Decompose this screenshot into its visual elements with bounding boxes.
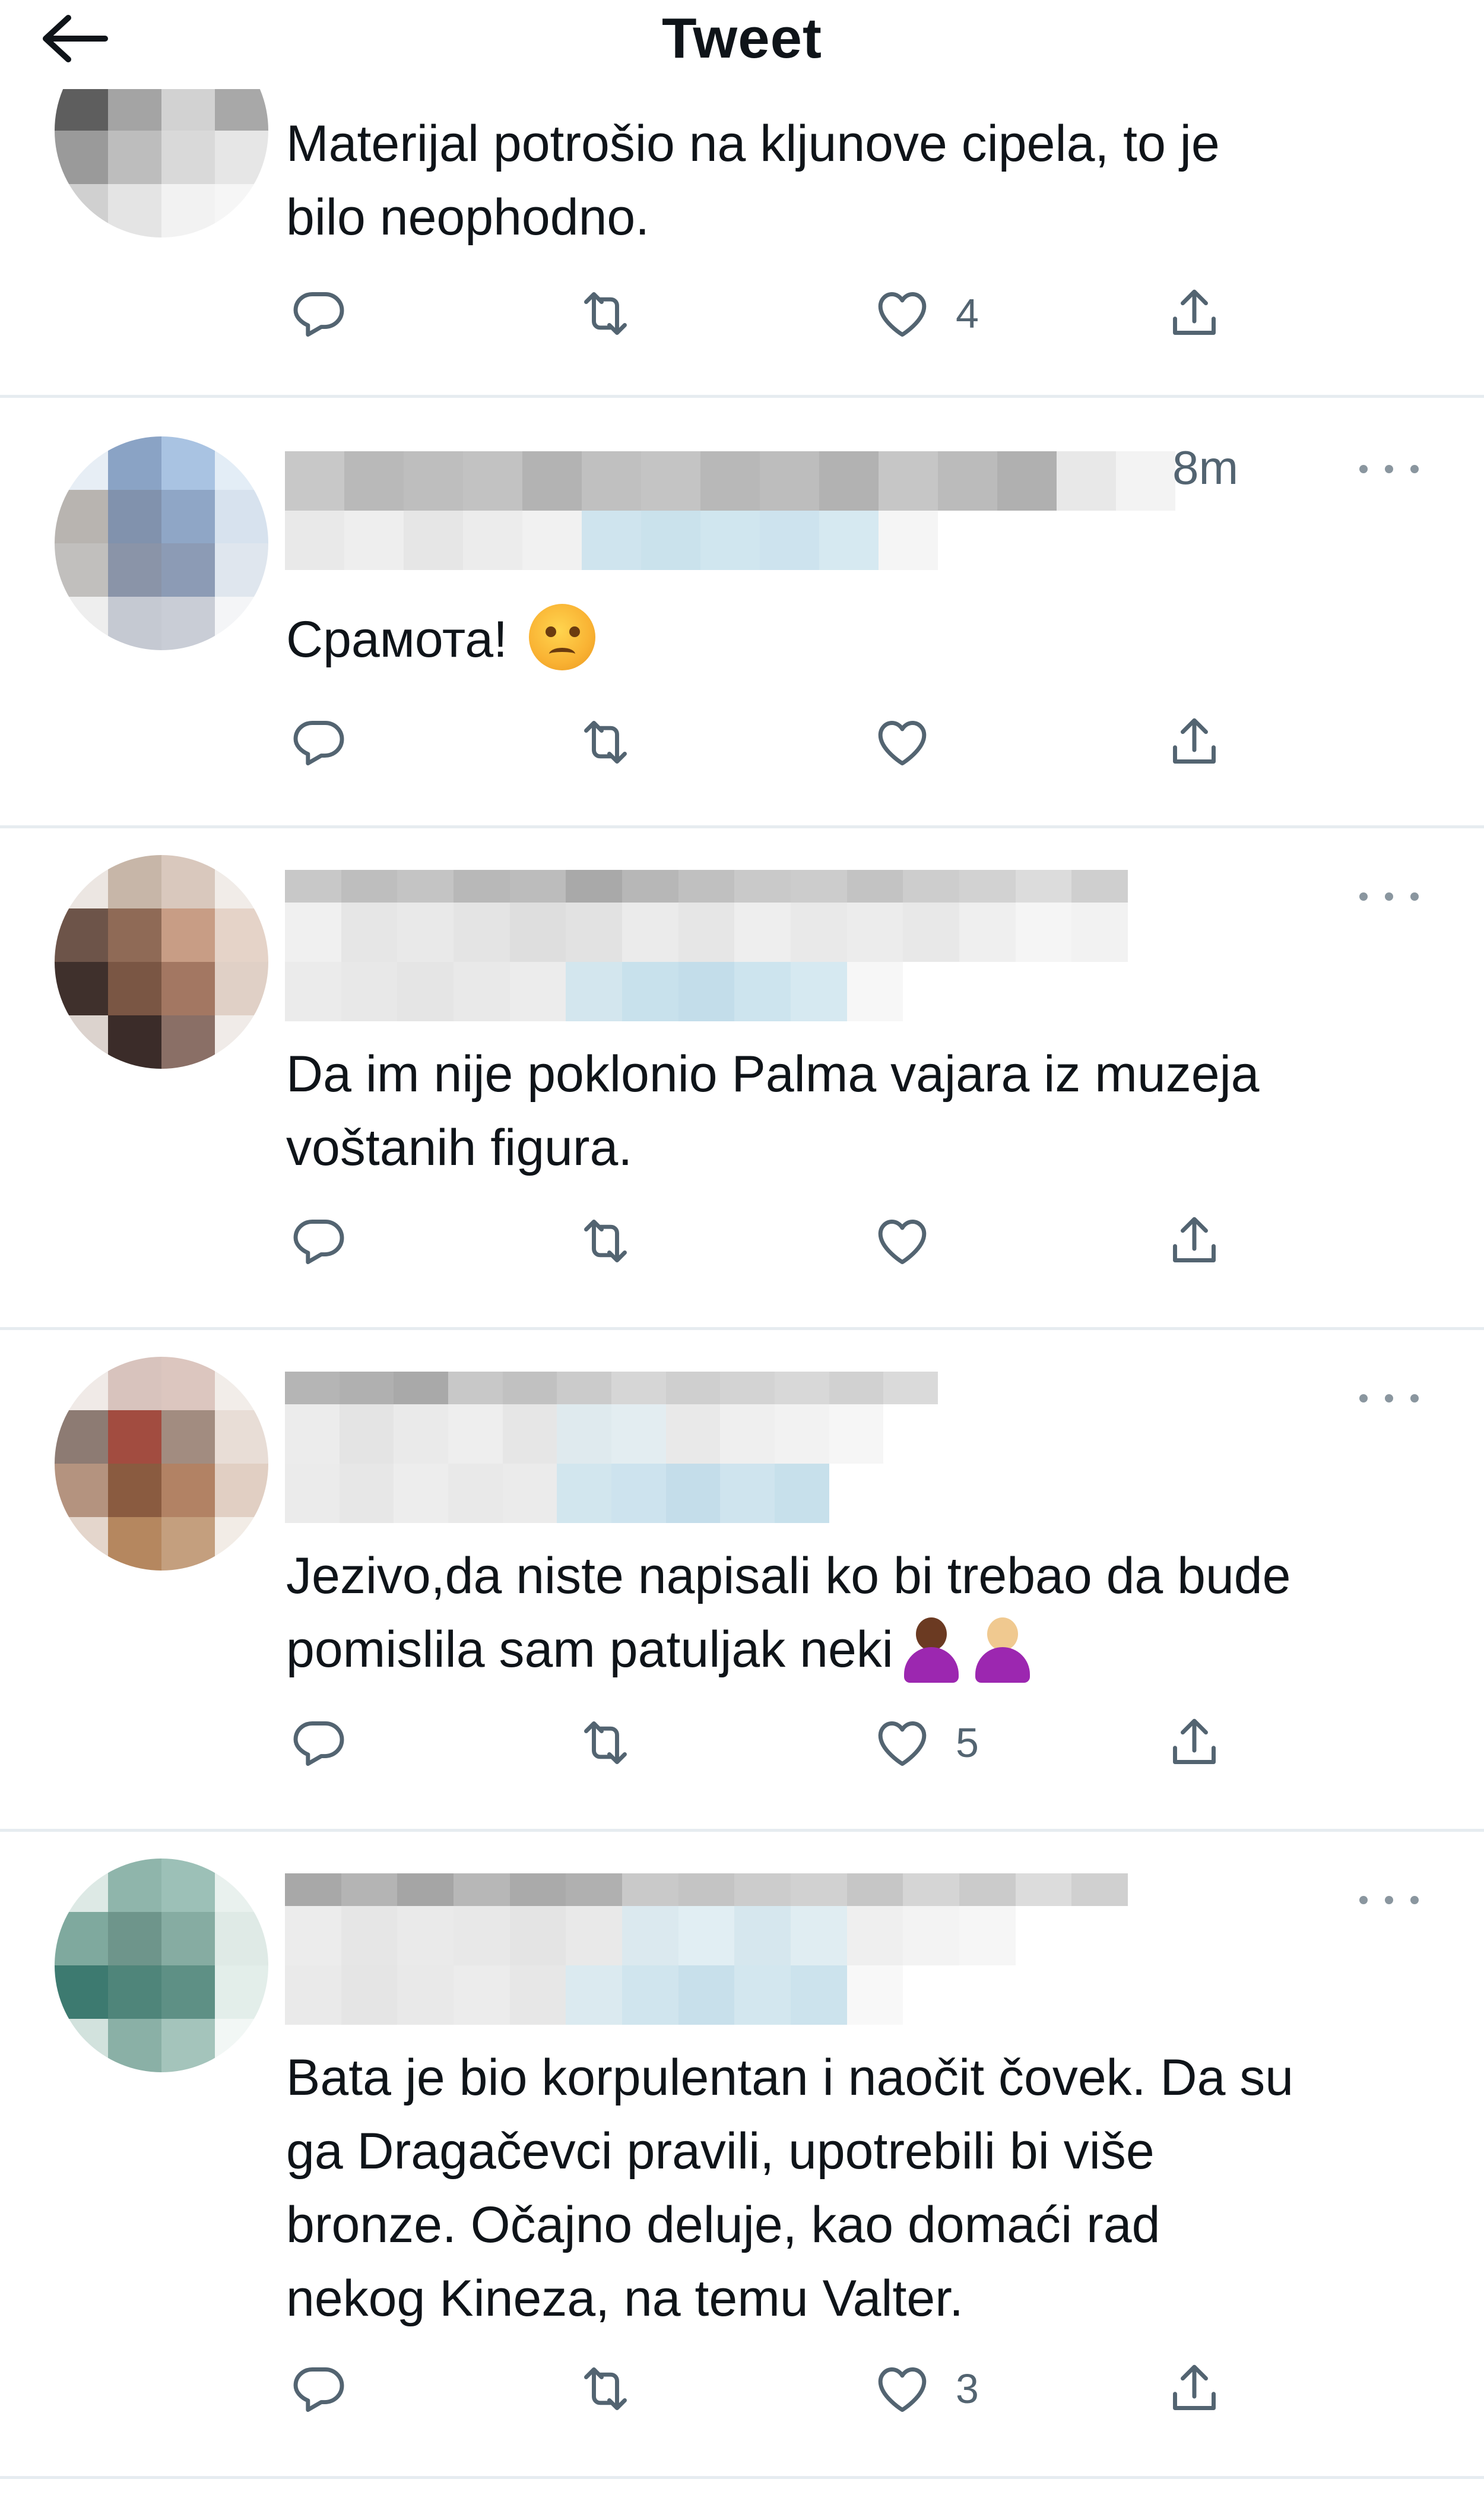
tweet-reply[interactable]: 8m Срамота!: [0, 398, 1484, 828]
reply-icon: [293, 1220, 344, 1264]
top-app-bar: Tweet: [0, 0, 1484, 89]
timestamp[interactable]: 8m: [1172, 441, 1238, 495]
like-button[interactable]: 4: [871, 278, 979, 349]
retweet-icon: [584, 292, 627, 335]
like-button[interactable]: [871, 707, 956, 778]
heart-icon: [878, 1721, 927, 1766]
retweet-button[interactable]: [575, 278, 636, 349]
reply-icon: [293, 721, 344, 765]
share-button[interactable]: [1163, 2353, 1225, 2424]
tweet-actions: [0, 707, 1484, 778]
angry-face-emoji: [528, 604, 595, 671]
reply-button[interactable]: [288, 2353, 350, 2424]
retweet-icon: [584, 1220, 627, 1262]
blurred-username: [285, 870, 1128, 1021]
share-icon: [1173, 289, 1216, 335]
retweet-button[interactable]: [575, 2353, 636, 2424]
person-shrugging-emoji: [898, 1614, 965, 1685]
page-title: Tweet: [662, 7, 822, 70]
tweet-text-content: Срамота!: [286, 611, 522, 668]
heart-icon: [878, 292, 927, 337]
retweet-icon: [584, 721, 627, 764]
avatar[interactable]: [55, 1357, 268, 1571]
like-button[interactable]: [871, 1205, 956, 1277]
tweet-text: Materijal potrošio na kljunove cipela, t…: [286, 115, 1220, 246]
share-icon: [1173, 1718, 1216, 1764]
tweet-actions: [0, 1205, 1484, 1277]
like-button[interactable]: 3: [871, 2353, 979, 2424]
blurred-username: [285, 451, 1175, 570]
share-icon: [1173, 2364, 1216, 2410]
reply-button[interactable]: [288, 1205, 350, 1277]
retweet-icon: [584, 2367, 627, 2410]
tweet-reply[interactable]: Jezivo,da niste napisali ko bi trebao da…: [0, 1330, 1484, 1832]
heart-icon: [878, 1220, 927, 1264]
person-shrugging-emoji: [969, 1614, 1036, 1685]
reply-button[interactable]: [288, 707, 350, 778]
more-options-icon[interactable]: [1359, 1386, 1419, 1410]
reply-button[interactable]: [288, 278, 350, 349]
blurred-username: [285, 1873, 1128, 2025]
share-button[interactable]: [1163, 707, 1225, 778]
tweet-text: Bata je bio korpulentan i naočit čovek. …: [286, 2049, 1294, 2327]
like-button[interactable]: 5: [871, 1707, 979, 1778]
tweet-reply[interactable]: Da im nije poklonio Palma vajara iz muze…: [0, 828, 1484, 1330]
tweet-text-content: Jezivo,da niste napisali ko bi trebao da…: [286, 1547, 1291, 1678]
share-button[interactable]: [1163, 1205, 1225, 1277]
retweet-icon: [584, 1721, 627, 1764]
tweet-actions: 3: [0, 2353, 1484, 2424]
more-options-icon[interactable]: [1359, 885, 1419, 908]
heart-icon: [878, 2367, 927, 2412]
tweet-actions: 5: [0, 1707, 1484, 1778]
blurred-username: [285, 1372, 938, 1523]
reply-icon: [293, 2367, 344, 2412]
avatar[interactable]: [55, 1859, 268, 2072]
more-options-icon[interactable]: [1359, 1888, 1419, 1912]
retweet-button[interactable]: [575, 1707, 636, 1778]
reply-icon: [293, 1721, 344, 1766]
tweet-actions: 4: [0, 278, 1484, 349]
share-icon: [1173, 718, 1216, 764]
tweet-reply[interactable]: Bata je bio korpulentan i naočit čovek. …: [0, 1832, 1484, 2479]
tweet-text: Da im nije poklonio Palma vajara iz muze…: [286, 1046, 1260, 1176]
like-count: 4: [956, 290, 979, 337]
like-count: 5: [956, 1720, 979, 1766]
retweet-button[interactable]: [575, 1205, 636, 1277]
retweet-button[interactable]: [575, 707, 636, 778]
avatar[interactable]: [55, 436, 268, 650]
tweet-text: Jezivo,da niste napisali ko bi trebao da…: [286, 1539, 1461, 1689]
share-icon: [1173, 1217, 1216, 1262]
reply-icon: [293, 292, 344, 337]
avatar[interactable]: [55, 855, 268, 1069]
tweet-text: Срамота!: [286, 603, 1461, 676]
more-options-icon[interactable]: [1359, 457, 1419, 481]
share-button[interactable]: [1163, 1707, 1225, 1778]
heart-icon: [878, 721, 927, 765]
like-count: 3: [956, 2366, 979, 2412]
share-button[interactable]: [1163, 278, 1225, 349]
reply-button[interactable]: [288, 1707, 350, 1778]
